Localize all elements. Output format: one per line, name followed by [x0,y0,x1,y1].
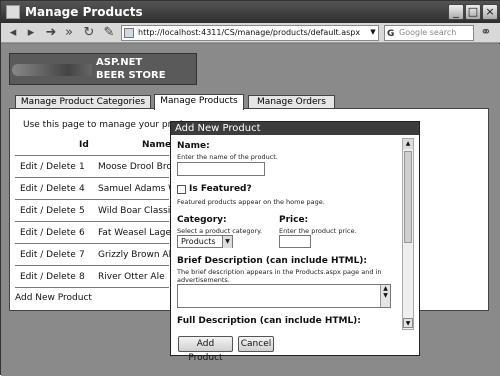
google-icon: G [387,29,395,39]
table-header-row: Id Name [15,134,172,156]
logo-line1: ASP.NET [96,57,143,68]
scroll-up-icon[interactable]: ▲ [403,139,413,149]
column-header-name: Name [142,140,172,150]
category-help: Select a product category. [177,227,263,235]
price-label: Price: [279,215,309,225]
reload-icon[interactable]: ↻ [81,25,97,41]
product-name: Fat Weasel Lager [98,228,175,238]
product-id: 8 [79,272,85,282]
address-dropdown-icon[interactable]: ▼ [368,26,378,38]
dialog-scrollbar[interactable]: ▲ [402,138,414,330]
full-description-label: Full Description (can include HTML): [177,316,361,326]
table-row: Edit / Delete 5 Wild Boar Classic [15,200,175,222]
product-name: Wild Boar Classic [98,206,176,216]
address-bar[interactable]: http://localhost:4311/CS/manage/products… [121,25,379,41]
featured-checkbox[interactable] [177,185,186,194]
window-title: Manage Products [25,5,143,19]
edit-delete-link[interactable]: Edit / Delete [20,250,76,260]
price-help: Enter the product price. [279,227,357,235]
maximize-icon[interactable]: □ [465,4,481,20]
scroll-down-icon[interactable]: ▼ [403,318,413,328]
tab-manage-orders[interactable]: Manage Orders [248,95,335,109]
product-name: Moose Drool Brow [98,162,180,172]
table-row: Edit / Delete 4 Samuel Adams Wi [15,178,179,200]
product-id: 5 [79,206,85,216]
search-input[interactable]: G Google search [384,25,474,41]
pen-icon[interactable]: ✎ [101,25,117,41]
product-id: 7 [79,250,85,260]
forward-arrow-icon[interactable]: ➜ [43,25,59,41]
app-icon [6,5,20,19]
tab-manage-product-categories[interactable]: Manage Product Categories [15,95,151,109]
edit-delete-link[interactable]: Edit / Delete [20,162,76,172]
back-icon[interactable]: ◂ [5,25,21,41]
page-icon [124,28,134,38]
product-name: Samuel Adams Wi [98,184,180,194]
brief-description-help: The brief description appears in the Pro… [177,268,382,276]
name-label: Name: [177,141,210,151]
forward-icon[interactable]: ▸ [23,25,39,41]
intro-text: Use this page to manage your produ [23,120,189,130]
address-text: http://localhost:4311/CS/manage/products… [138,28,361,37]
product-name: Grizzly Brown Ale [98,250,177,260]
edit-delete-link[interactable]: Edit / Delete [20,184,76,194]
name-help: Enter the name of the product. [177,153,278,161]
product-id: 1 [79,162,85,172]
featured-help: Featured products appear on the home pag… [177,198,325,206]
add-new-product-link[interactable]: Add New Product [15,293,92,303]
title-bar: Manage Products _ □ × [1,1,500,23]
price-field[interactable] [279,235,311,248]
cancel-button[interactable]: Cancel [238,336,274,352]
edit-delete-link[interactable]: Edit / Delete [20,228,76,238]
bottle-icon [12,64,92,76]
search-placeholder: Google search [399,28,457,37]
logo-line2: BEER STORE [96,70,166,81]
chevron-down-icon: ▼ [222,236,232,248]
textarea-scrollbar[interactable]: ▲ ▼ [380,285,390,307]
product-id: 6 [79,228,85,238]
binoculars-icon[interactable]: ⚭ [478,25,494,41]
minimize-icon[interactable]: _ [448,4,464,20]
featured-label: Is Featured? [189,184,252,194]
dialog-title: Add New Product [171,122,419,135]
brief-description-textarea[interactable]: ▲ ▼ [177,284,391,308]
table-row: Edit / Delete 8 River Otter Ale [15,266,169,288]
column-header-id: Id [79,140,89,150]
category-value: Products [181,237,216,246]
scroll-thumb[interactable] [404,151,412,243]
category-select[interactable]: Products ▼ [177,235,233,248]
skip-icon[interactable]: » [61,25,77,41]
product-id: 4 [79,184,85,194]
add-product-button[interactable]: Add Product [178,336,233,363]
brief-description-help-2: advertisements. [177,276,230,284]
product-name: River Otter Ale [98,272,165,282]
add-product-dialog: Add New Product Name: Enter the name of … [170,121,420,363]
table-row: Edit / Delete 6 Fat Weasel Lager [15,222,175,244]
table-row: Edit / Delete 1 Moose Drool Brow [15,156,179,178]
browser-window: Manage Products _ □ × ◂ ▸ ➜ » ↻ ✎ http:/… [0,0,500,376]
edit-delete-link[interactable]: Edit / Delete [20,206,76,216]
store-logo: ASP.NET BEER STORE [9,53,197,85]
edit-delete-link[interactable]: Edit / Delete [20,272,76,282]
table-row: Edit / Delete 7 Grizzly Brown Ale [15,244,177,266]
category-label: Category: [177,215,227,225]
brief-description-label: Brief Description (can include HTML): [177,256,368,266]
name-field[interactable] [177,162,265,176]
tab-manage-products[interactable]: Manage Products [154,94,244,110]
browser-toolbar: ◂ ▸ ➜ » ↻ ✎ http://localhost:4311/CS/man… [1,23,500,43]
close-icon[interactable]: × [482,4,498,20]
